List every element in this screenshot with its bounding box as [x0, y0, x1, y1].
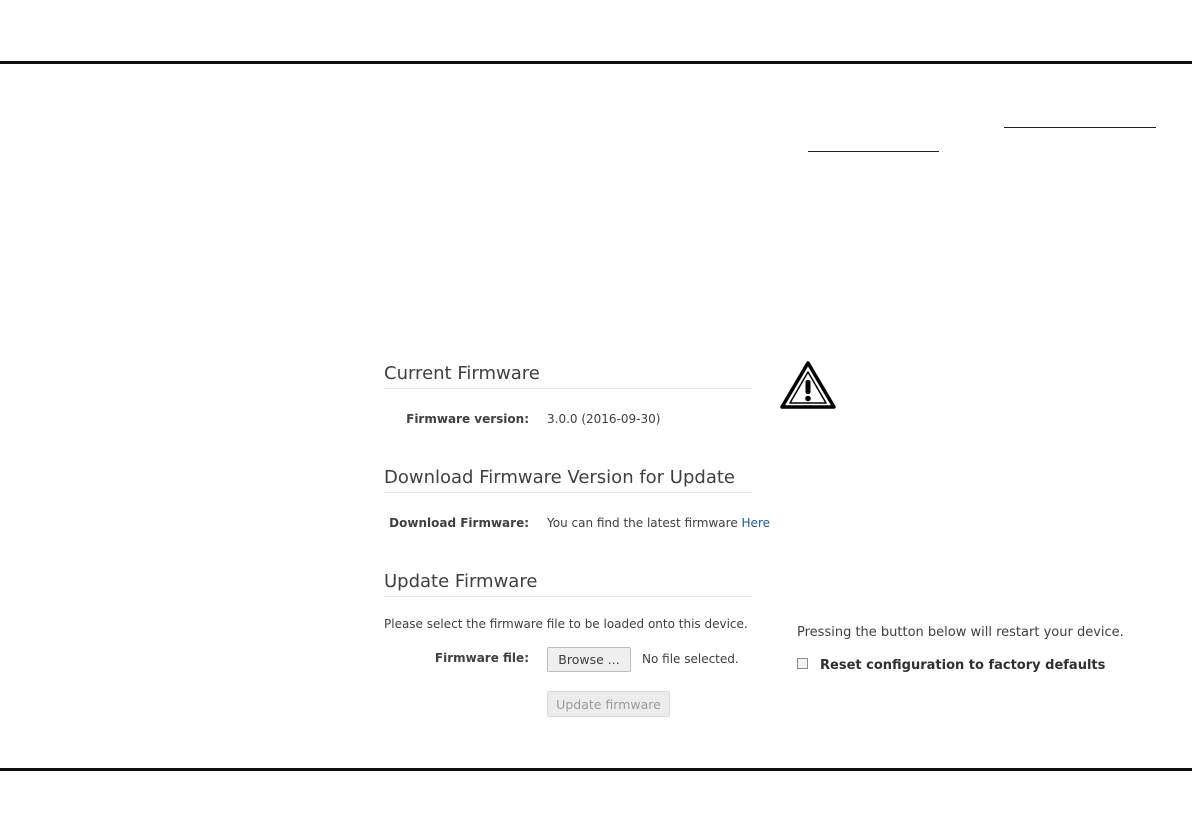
warning-triangle-icon: [780, 361, 836, 409]
current-firmware-title: Current Firmware: [384, 363, 752, 389]
download-firmware-title: Download Firmware Version for Update: [384, 467, 752, 493]
blank-underline-2: [808, 151, 939, 152]
firmware-version-value: 3.0.0 (2016-09-30): [547, 412, 661, 426]
bottom-rule: [0, 768, 1192, 771]
update-firmware-button[interactable]: Update firmware: [547, 691, 670, 717]
download-firmware-label: Download Firmware:: [389, 516, 529, 530]
top-rule: [0, 61, 1192, 64]
browse-button[interactable]: Browse ...: [547, 647, 631, 672]
update-firmware-description: Please select the firmware file to be lo…: [384, 617, 748, 631]
firmware-file-label: Firmware file:: [434, 651, 529, 665]
blank-underline-1: [1004, 127, 1156, 128]
firmware-version-label: Firmware version:: [406, 412, 529, 426]
update-firmware-title: Update Firmware: [384, 571, 752, 597]
download-firmware-value: You can find the latest firmware Here: [547, 516, 770, 530]
firmware-here-link[interactable]: Here: [742, 516, 770, 530]
download-firmware-text: You can find the latest firmware: [547, 516, 742, 530]
reset-factory-defaults-checkbox[interactable]: [797, 658, 808, 669]
reset-factory-defaults-label[interactable]: Reset configuration to factory defaults: [820, 658, 1105, 673]
no-file-selected-text: No file selected.: [642, 652, 739, 666]
restart-warning-text: Pressing the button below will restart y…: [797, 625, 1124, 640]
